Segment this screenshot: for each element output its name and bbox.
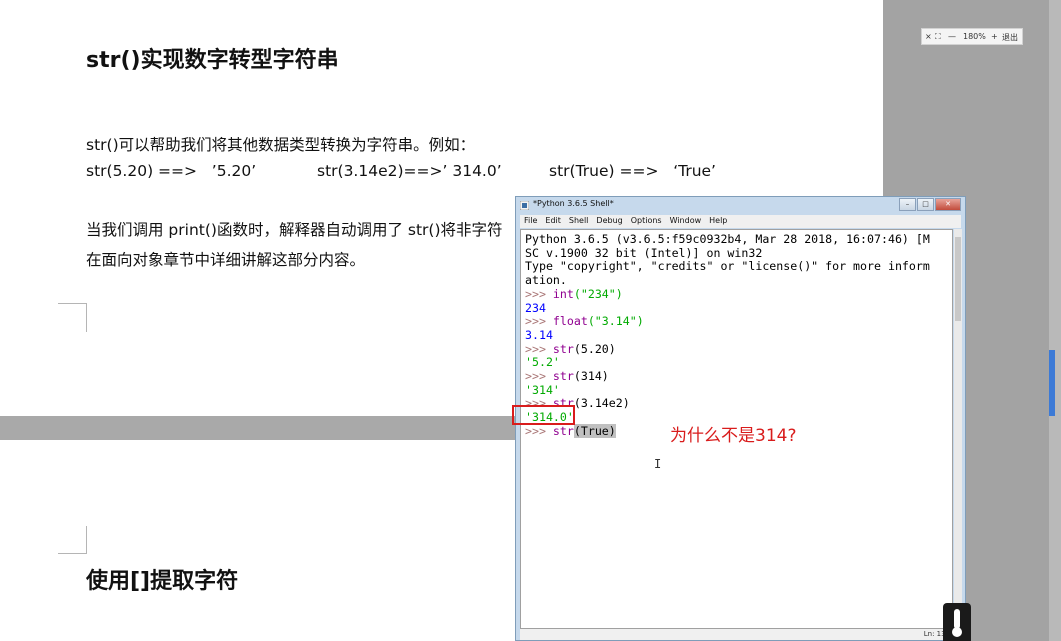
zoom-toolbar: × ⛶ — 180% + 退出 — [921, 28, 1023, 45]
zoom-level: 180% — [963, 32, 986, 41]
python-shell-window[interactable]: *Python 3.6.5 Shell* – □ ✕ File Edit She… — [515, 196, 966, 641]
example-1: str(5.20) ==> ’5.20’ — [86, 162, 257, 180]
example-3: str(True) ==> ‘True’ — [549, 162, 716, 180]
shell-line: 3.14 — [525, 328, 553, 342]
example-2: str(3.14e2)==>’ 314.0’ — [317, 162, 502, 180]
shell-line: SC v.1900 32 bit (Intel)] on win32 — [525, 245, 763, 260]
shell-line: '5.2' — [525, 355, 560, 369]
highlight-box — [512, 405, 575, 425]
shell-output: '5.2' — [525, 355, 560, 370]
shell-output: '314' — [525, 382, 560, 397]
menu-bar: File Edit Shell Debug Options Window Hel… — [520, 215, 961, 228]
shell-function: str — [552, 423, 574, 438]
shell-function: str — [552, 341, 574, 356]
shell-prompt: >>> — [525, 369, 553, 383]
scrollbar-thumb[interactable] — [1049, 350, 1055, 416]
menu-shell[interactable]: Shell — [565, 215, 593, 228]
menu-debug[interactable]: Debug — [592, 215, 626, 228]
page-corner-mark — [58, 303, 87, 332]
shell-argument: ("234") — [573, 286, 623, 301]
document-scrollbar[interactable] — [1049, 0, 1061, 641]
shell-argument: ("3.14") — [587, 314, 644, 329]
shell-line: >>> int("234") — [525, 287, 623, 301]
menu-window[interactable]: Window — [666, 215, 706, 228]
maximize-button[interactable]: □ — [917, 198, 934, 211]
shell-argument: (True) — [573, 423, 616, 438]
shell-prompt: >>> — [525, 286, 553, 301]
shell-line: >>> str(314) — [525, 369, 609, 383]
toggle-track — [954, 609, 960, 629]
shell-line: Type "copyright", "credits" or "license(… — [525, 259, 930, 274]
paragraph-intro: str()可以帮助我们将其他数据类型转换为字符串。例如： — [86, 136, 476, 154]
shell-function: float — [552, 314, 588, 329]
fit-icon[interactable]: ⛶ — [935, 32, 941, 42]
shell-scrollbar-thumb[interactable] — [955, 237, 961, 321]
menu-file[interactable]: File — [520, 215, 541, 228]
shell-function: int — [552, 286, 574, 301]
zoom-in-button[interactable]: + — [991, 32, 998, 41]
shell-argument: (314) — [573, 369, 609, 383]
menu-edit[interactable]: Edit — [541, 215, 565, 228]
shell-prompt: >>> — [525, 314, 553, 329]
shell-line: Python 3.6.5 (v3.6.5:f59c0932b4, Mar 28 … — [525, 232, 930, 246]
shell-output: 3.14 — [525, 327, 553, 342]
page-corner-mark — [58, 526, 87, 554]
exit-button[interactable]: 退出 — [1002, 32, 1018, 43]
text-cursor-icon: I — [654, 457, 662, 471]
shell-line: >>> str(5.20) — [525, 342, 616, 356]
shell-line: 234 — [525, 301, 546, 315]
zoom-out-button[interactable]: — — [948, 32, 956, 41]
annotation-question: 为什么不是314? — [670, 426, 797, 446]
close-button[interactable]: ✕ — [935, 198, 961, 211]
shell-argument: (5.20) — [573, 341, 616, 356]
window-controls: – □ ✕ — [898, 198, 961, 211]
menu-help[interactable]: Help — [705, 215, 731, 228]
status-bar: Ln: 13 Co — [520, 629, 961, 640]
minimize-button[interactable]: – — [899, 198, 916, 211]
shell-prompt: >>> — [525, 341, 553, 356]
paragraph-2-line-2: 在面向对象章节中详细讲解这部分内容。 — [86, 251, 366, 269]
section-heading: str()实现数字转型字符串 — [86, 48, 339, 73]
close-icon[interactable]: × — [925, 32, 932, 41]
python-icon — [520, 201, 529, 210]
shell-output: 234 — [525, 300, 546, 315]
section-heading-2: 使用[]提取字符 — [86, 569, 239, 594]
shell-function: str — [552, 369, 574, 383]
shell-line: >>> float("3.14") — [525, 314, 644, 328]
shell-line: ation. — [525, 273, 567, 288]
shell-prompt: >>> — [525, 423, 553, 438]
menu-options[interactable]: Options — [627, 215, 666, 228]
shell-line: '314' — [525, 383, 560, 397]
shell-line: >>> str(True) — [525, 423, 616, 438]
shell-argument: (3.14e2) — [573, 396, 630, 411]
toggle-knob[interactable] — [952, 627, 962, 637]
paragraph-2-line-1: 当我们调用 print()函数时，解释器自动调用了 str()将非字符 — [86, 221, 503, 239]
window-title: *Python 3.6.5 Shell* — [533, 199, 614, 208]
